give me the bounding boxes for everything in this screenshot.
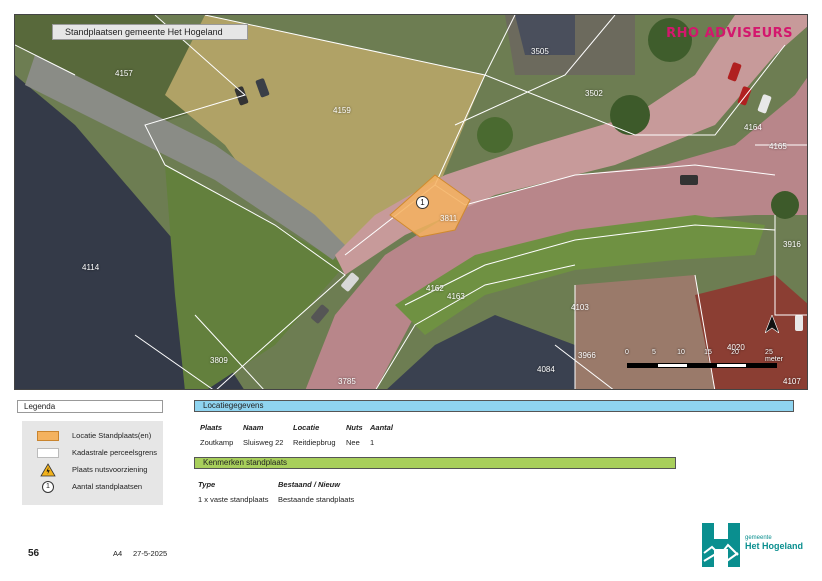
map-imagery — [15, 15, 807, 389]
perceelsgrens-swatch — [37, 447, 59, 458]
table-cell: Sluisweg 22 — [243, 438, 284, 447]
scale-tick: 0 — [625, 349, 629, 356]
scale-tick: 25 meter — [765, 349, 783, 363]
scale-bar: 0 5 10 15 20 25 meter — [625, 349, 783, 368]
warning-icon — [37, 462, 59, 477]
parcel-label: 3916 — [783, 240, 801, 249]
document-date: 27-5-2025 — [133, 549, 168, 558]
parcel-label: 4159 — [333, 106, 351, 115]
legend-label: Aantal standplaatsen — [72, 482, 143, 491]
parcel-label: 4164 — [744, 123, 762, 132]
parcel-label: 3966 — [578, 351, 596, 360]
parcel-label: 4165 — [769, 142, 787, 151]
map-title: Standplaatsen gemeente Het Hogeland — [52, 24, 248, 40]
scale-tick: 15 — [704, 349, 712, 356]
table-cell: Zoutkamp — [200, 438, 234, 447]
column-header: Locatie — [293, 423, 320, 432]
parcel-label: 4163 — [447, 292, 465, 301]
count-circle-icon: 1 — [42, 480, 54, 493]
parcel-label: 4084 — [537, 365, 555, 374]
aerial-map: Standplaatsen gemeente Het Hogeland RHO … — [14, 14, 808, 390]
table-cell: Reitdiepbrug — [293, 438, 336, 447]
table-cell: Nee — [346, 438, 360, 447]
parcel-label: 4162 — [426, 284, 444, 293]
standplaats-count-marker: 1 — [416, 196, 429, 209]
legend-label: Locatie Standplaats(en) — [72, 431, 152, 440]
column-header: Naam — [243, 423, 264, 432]
parcel-label: 3785 — [338, 377, 356, 386]
legend-label: Kadastrale perceelsgrens — [72, 448, 158, 457]
page-number: 56 — [28, 548, 40, 559]
parcel-label: 4157 — [115, 69, 133, 78]
legend-item: Kadastrale perceelsgrens — [37, 444, 163, 461]
parcel-label: 3502 — [585, 89, 603, 98]
kenmerken-header: Kenmerken standplaats — [194, 457, 676, 469]
legend-item: Plaats nutsvoorziening — [37, 461, 163, 478]
legend-item: 1 Aantal standplaatsen — [37, 478, 163, 495]
north-arrow-icon — [765, 315, 779, 333]
table-cell: 1 — [370, 438, 375, 447]
column-header: Plaats — [200, 423, 223, 432]
scale-tick: 20 — [731, 349, 739, 356]
column-header: Type — [198, 480, 216, 489]
column-header: Bestaand / Nieuw — [278, 480, 341, 489]
column-header: Nuts — [346, 423, 363, 432]
parcel-label: 3811 — [440, 214, 458, 223]
gemeente-logo-icon — [702, 523, 740, 567]
legend-item: Locatie Standplaats(en) — [37, 427, 163, 444]
gemeente-logo-text: gemeente Het Hogeland — [745, 535, 803, 551]
parcel-label: 4107 — [783, 377, 801, 386]
standplaats-swatch — [37, 430, 59, 441]
column-header: Aantal — [370, 423, 393, 432]
paper-size: A4 — [113, 549, 123, 558]
legend-title: Legenda — [17, 400, 163, 413]
brand-logo: RHO ADVISEURS — [666, 26, 793, 41]
parcel-label: 4103 — [571, 303, 589, 312]
legend-label: Plaats nutsvoorziening — [72, 465, 148, 474]
logo-big-text: Het Hogeland — [745, 541, 804, 551]
locatiegegevens-header: Locatiegegevens — [194, 400, 794, 412]
scale-tick: 5 — [652, 349, 656, 356]
table-cell: Bestaande standplaats — [278, 495, 355, 504]
parcel-label: 3809 — [210, 356, 228, 365]
parcel-label: 3505 — [531, 47, 549, 56]
parcel-label: 4114 — [82, 263, 100, 272]
legend: Locatie Standplaats(en) Kadastrale perce… — [22, 421, 163, 505]
table-cell: 1 x vaste standplaats — [198, 495, 269, 504]
scale-tick: 10 — [677, 349, 685, 356]
